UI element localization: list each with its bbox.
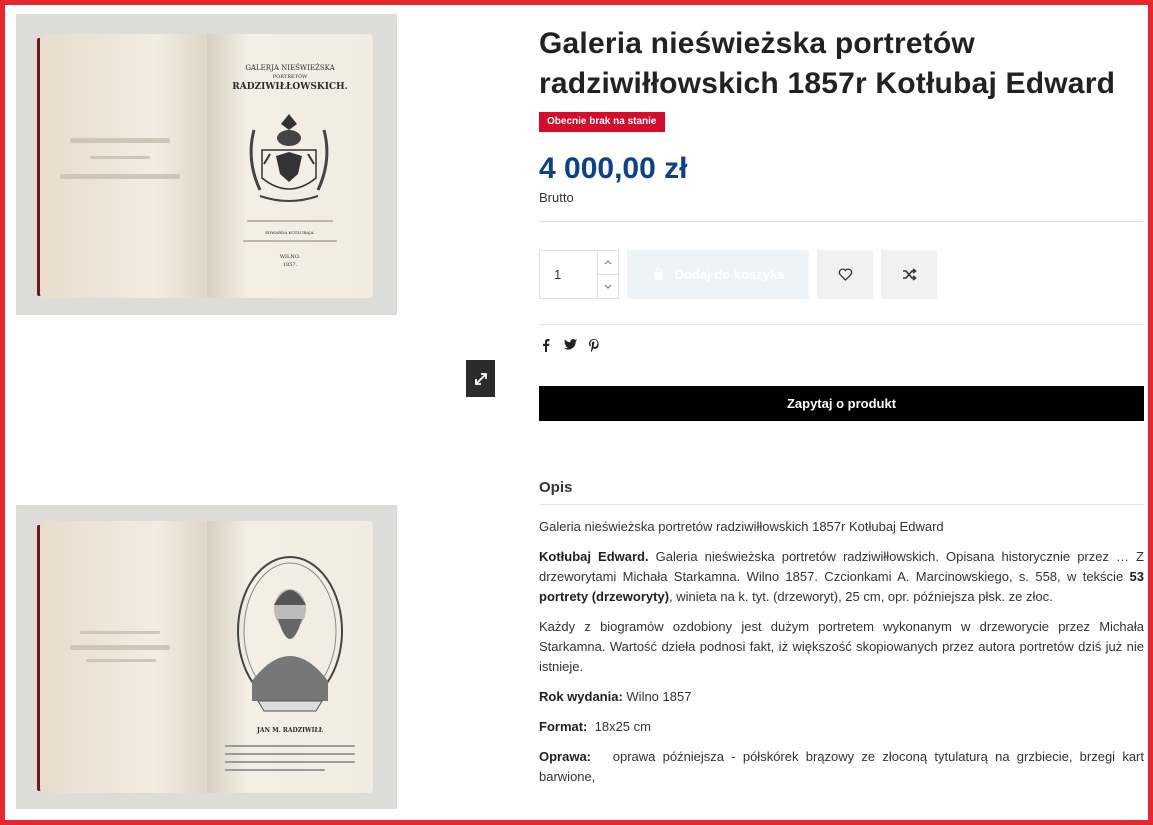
quantity-input[interactable]: 1 (540, 251, 597, 298)
price-tax-note: Brutto (539, 190, 574, 205)
divider (539, 221, 1144, 222)
stock-badge: Obecnie brak na stanie (539, 112, 665, 132)
product-description: Galeria nieświeżska portretów radziwiłło… (539, 517, 1144, 797)
description-intro: Galeria nieświeżska portretów radziwiłło… (539, 519, 944, 534)
book-left-page (40, 34, 206, 298)
book-year: 1857. (282, 262, 298, 268)
ask-about-product-button[interactable]: Zapytaj o produkt (539, 386, 1144, 421)
book-right-page: JAN M. RADZIWIŁŁ (207, 521, 373, 793)
facebook-icon[interactable] (539, 339, 553, 356)
add-to-compare-button[interactable] (881, 250, 937, 299)
heart-icon (838, 268, 852, 281)
book-left-page (40, 521, 206, 793)
book-binding: Oprawa: oprawa późniejsza - półskórek br… (539, 749, 1148, 784)
add-to-cart-button[interactable]: Dodaj do koszyka (627, 250, 809, 299)
divider (539, 504, 1144, 505)
book-author: EDWARDA KOTŁUBAJA. (265, 230, 315, 235)
social-share (539, 339, 601, 356)
book-title-line1: GALERJA NIEŚWIEŻSKA (245, 64, 335, 72)
chevron-down-icon (604, 284, 612, 289)
twitter-icon[interactable] (563, 339, 577, 356)
add-to-cart-label: Dodaj do koszyka (674, 267, 785, 282)
quantity-stepper[interactable]: 1 (539, 250, 619, 299)
chevron-up-icon (604, 260, 612, 265)
book-right-page: GALERJA NIEŚWIEŻSKA PORTRETÓW RADZIWIŁŁO… (207, 34, 373, 298)
book-title-line3: RADZIWIŁŁOWSKICH. (232, 82, 348, 92)
product-price: 4 000,00 zł (539, 152, 688, 185)
expand-icon (474, 372, 487, 385)
coat-of-arms-illustration (249, 114, 329, 202)
product-title: Galeria nieświeżska portretów radziwiłło… (539, 27, 1116, 100)
book-photo: JAN M. RADZIWIŁŁ (37, 517, 373, 797)
description-paragraph: Każdy z biogramów ozdobiony jest dużym p… (539, 619, 1144, 674)
quantity-decrease-button[interactable] (598, 275, 618, 298)
product-image-1[interactable]: GALERJA NIEŚWIEŻSKA PORTRETÓW RADZIWIŁŁO… (16, 14, 397, 315)
author-name: Kotłubaj Edward. (539, 549, 649, 564)
zoom-button[interactable] (466, 360, 495, 397)
book-title-line2: PORTRETÓW (272, 74, 308, 80)
book-place: WILNO. (279, 254, 301, 260)
description-heading: Opis (539, 479, 573, 496)
publication-year: Rok wydania: Wilno 1857 (539, 689, 692, 704)
description-paragraph: Kotłubaj Edward. Galeria nieświeżska por… (539, 549, 1145, 604)
portrait-caption: JAN M. RADZIWIŁŁ (257, 727, 323, 734)
book-format: Format: 18x25 cm (539, 719, 651, 734)
book-photo: GALERJA NIEŚWIEŻSKA PORTRETÓW RADZIWIŁŁO… (37, 30, 373, 302)
pinterest-icon[interactable] (587, 339, 601, 356)
quantity-increase-button[interactable] (598, 251, 618, 275)
portrait-engraving (237, 556, 343, 712)
divider (539, 324, 1144, 325)
add-to-wishlist-button[interactable] (817, 250, 873, 299)
shopping-bag-icon (653, 268, 663, 280)
product-image-2[interactable]: JAN M. RADZIWIŁŁ (16, 505, 397, 809)
shuffle-icon (902, 268, 917, 281)
